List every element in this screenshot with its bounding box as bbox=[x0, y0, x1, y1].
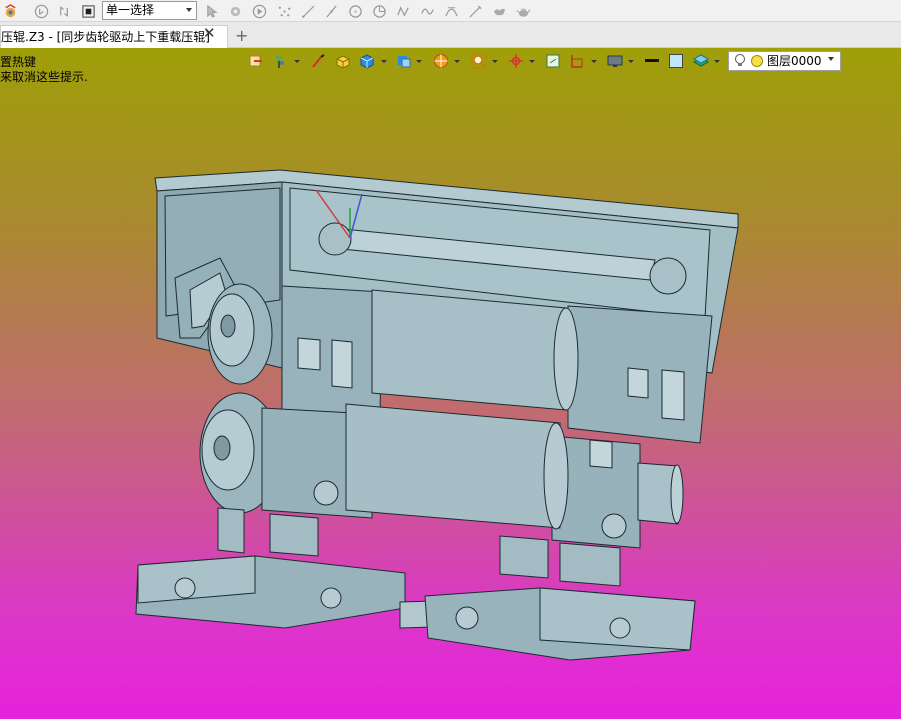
teapot-icon[interactable] bbox=[515, 3, 531, 19]
undo-icon[interactable] bbox=[33, 3, 49, 19]
slash-icon[interactable] bbox=[323, 3, 339, 19]
close-icon[interactable]: ✕ bbox=[203, 25, 216, 41]
chevron-down-icon bbox=[186, 8, 192, 12]
line-icon[interactable] bbox=[300, 3, 316, 19]
3d-viewport[interactable]: 置热键 来取消这些提示. 图层0000 bbox=[0, 48, 901, 719]
curve-icon[interactable] bbox=[371, 3, 387, 19]
spline-icon[interactable] bbox=[395, 3, 411, 19]
document-tab-bar: 压辊.Z3 - [同步齿轮驱动上下重载压辊] ✕ + bbox=[0, 22, 901, 48]
filter-icon[interactable] bbox=[227, 3, 243, 19]
add-tab-button[interactable]: + bbox=[235, 26, 248, 45]
pointer-icon[interactable] bbox=[203, 3, 219, 19]
stop-icon[interactable] bbox=[80, 3, 96, 19]
app-logo-icon[interactable] bbox=[2, 3, 18, 19]
tab-document[interactable]: 压辊.Z3 - [同步齿轮驱动上下重载压辊] bbox=[0, 25, 228, 48]
main-toolbar: 单一选择 bbox=[0, 0, 901, 22]
selection-mode-select[interactable]: 单一选择 bbox=[102, 1, 197, 20]
play-icon[interactable] bbox=[251, 3, 267, 19]
3d-model-press-roller[interactable] bbox=[0, 48, 901, 719]
teapot-icon[interactable] bbox=[491, 3, 507, 19]
redo-icon[interactable] bbox=[56, 3, 72, 19]
arc-icon[interactable] bbox=[419, 3, 435, 19]
tab-document-label: 压辊.Z3 - [同步齿轮驱动上下重载压辊] bbox=[1, 30, 210, 44]
point-icon[interactable] bbox=[276, 3, 292, 19]
bird-icon[interactable] bbox=[467, 3, 483, 19]
pen-icon[interactable] bbox=[443, 3, 459, 19]
selection-mode-value: 单一选择 bbox=[106, 3, 155, 17]
circle-icon[interactable] bbox=[347, 3, 363, 19]
